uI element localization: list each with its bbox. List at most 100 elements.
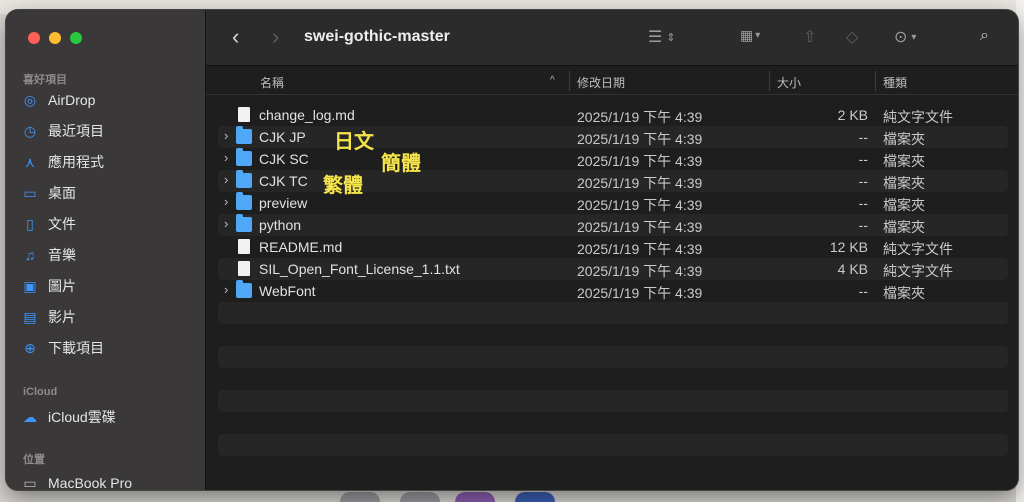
folder-icon: [236, 192, 252, 210]
window-title: swei-gothic-master: [304, 28, 450, 45]
sort-ascending-icon[interactable]: ^: [550, 75, 555, 86]
document-icon: [238, 239, 250, 254]
sidebar-item-1[interactable]: ◷ 最近項目: [20, 118, 196, 144]
empty-row: [218, 368, 1008, 390]
sidebar-item-6[interactable]: ▣ 圖片: [20, 273, 196, 299]
minimize-button[interactable]: [49, 32, 61, 44]
sidebar-item-3[interactable]: ▭ 桌面: [20, 180, 196, 206]
sidebar-item-icloud-drive[interactable]: ☁ iCloud雲碟: [20, 404, 196, 430]
list-view-icon[interactable]: ☰ ⇕: [648, 27, 676, 47]
file-size: --: [858, 173, 868, 189]
file-kind: 檔案夾: [883, 197, 925, 213]
file-kind: 檔案夾: [883, 219, 925, 235]
photo-icon: ▣: [23, 277, 37, 294]
folder-icon: [236, 148, 252, 166]
dock-app-icon[interactable]: [455, 492, 495, 502]
column-separator[interactable]: [769, 71, 770, 91]
ellipsis-circle-icon[interactable]: ⊙ ▾: [894, 27, 916, 47]
sidebar-item-label: 影片: [48, 309, 76, 325]
file-row[interactable]: change_log.md 2025/1/19 下午 4:39 2 KB 純文字文件: [218, 104, 1008, 126]
disclosure-triangle-icon[interactable]: ›: [224, 194, 228, 209]
file-name: WebFont: [259, 283, 316, 299]
desktop-icon: ▭: [23, 184, 37, 201]
file-date: 2025/1/19 下午 4:39: [577, 175, 703, 191]
file-row[interactable]: SIL_Open_Font_License_1.1.txt 2025/1/19 下…: [218, 258, 1008, 280]
sidebar: 喜好項目 ◎ AirDrop ◷ 最近項目 ⋏ 應用程式 ▭ 桌面 ▯ 文件 ♫ 音樂 ▣ 圖片 ▤ 影片 ⊕ 下…: [6, 10, 206, 490]
empty-row: [218, 456, 1008, 478]
file-name: CJK JP: [259, 129, 306, 145]
sidebar-item-label: MacBook Pro: [48, 475, 133, 490]
column-separator[interactable]: [569, 71, 570, 91]
folder-icon: [236, 126, 252, 144]
file-name: python: [259, 217, 302, 233]
cloud-icon: ☁: [23, 408, 37, 425]
empty-row: [218, 346, 1008, 368]
sidebar-item-2[interactable]: ⋏ 應用程式: [20, 149, 196, 175]
disclosure-triangle-icon[interactable]: ›: [224, 128, 228, 143]
dock-app-icon[interactable]: [340, 492, 380, 502]
disclosure-triangle-icon[interactable]: ›: [224, 282, 228, 297]
zoom-button[interactable]: [70, 32, 82, 44]
column-separator[interactable]: [875, 71, 876, 91]
file-kind: 純文字文件: [883, 263, 953, 279]
file-date: 2025/1/19 下午 4:39: [577, 219, 703, 235]
sidebar-item-label: 桌面: [48, 185, 76, 201]
dock-app-icon[interactable]: [400, 492, 440, 502]
file-size: 2 KB: [837, 107, 868, 123]
share-icon[interactable]: ⇧: [803, 27, 816, 47]
chevron-right-icon[interactable]: ›: [272, 26, 279, 48]
document-icon: ▯: [26, 215, 34, 232]
sidebar-item-5[interactable]: ♫ 音樂: [20, 242, 196, 268]
file-date: 2025/1/19 下午 4:39: [577, 263, 703, 279]
column-size[interactable]: 大小: [777, 74, 801, 91]
folder-icon: [236, 280, 252, 298]
file-size: --: [858, 151, 868, 167]
sidebar-item-7[interactable]: ▤ 影片: [20, 304, 196, 330]
applications-icon: ⋏: [24, 153, 36, 170]
sidebar-item-0[interactable]: ◎ AirDrop: [20, 87, 196, 113]
sidebar-item-8[interactable]: ⊕ 下載項目: [20, 335, 196, 361]
clock-icon: ◷: [23, 122, 37, 139]
document-icon: [238, 107, 250, 122]
empty-row: [218, 302, 1008, 324]
download-icon: ⊕: [24, 339, 36, 356]
file-name: CJK TC: [259, 173, 308, 189]
file-row[interactable]: › WebFont 2025/1/19 下午 4:39 -- 檔案夾: [218, 280, 1008, 302]
close-button[interactable]: [28, 32, 40, 44]
tag-icon[interactable]: ◇: [846, 27, 858, 47]
file-list: change_log.md 2025/1/19 下午 4:39 2 KB 純文字文件 ›…: [218, 104, 1008, 478]
disclosure-triangle-icon[interactable]: ›: [224, 216, 228, 231]
file-name: preview: [259, 195, 308, 211]
dock: [330, 488, 570, 502]
sidebar-heading-locations: 位置: [23, 454, 45, 466]
disclosure-triangle-icon[interactable]: ›: [224, 150, 228, 165]
column-date[interactable]: 修改日期: [577, 74, 625, 91]
disclosure-triangle-icon[interactable]: ›: [224, 172, 228, 187]
music-icon: ♫: [24, 247, 36, 263]
file-name: SIL_Open_Font_License_1.1.txt: [259, 261, 460, 277]
sidebar-item-macbook-pro[interactable]: ▭ MacBook Pro: [20, 470, 196, 491]
file-size: --: [858, 195, 868, 211]
sidebar-item-4[interactable]: ▯ 文件: [20, 211, 196, 237]
search-icon[interactable]: ⌕: [980, 27, 989, 45]
chevron-left-icon[interactable]: ‹: [232, 26, 239, 48]
file-row[interactable]: › python 2025/1/19 下午 4:39 -- 檔案夾: [218, 214, 1008, 236]
column-kind[interactable]: 種類: [883, 74, 907, 91]
dock-app-icon[interactable]: [515, 492, 555, 502]
sidebar-item-label: 文件: [48, 216, 76, 232]
empty-row: [218, 412, 1008, 434]
group-icon[interactable]: ▦ ▾: [740, 27, 760, 44]
file-name: CJK SC: [259, 151, 309, 167]
sidebar-item-label: AirDrop: [48, 92, 96, 108]
file-kind: 檔案夾: [883, 285, 925, 301]
file-kind: 純文字文件: [883, 109, 953, 125]
film-icon: ▤: [23, 308, 37, 325]
sidebar-item-label: 圖片: [48, 278, 76, 294]
file-size: --: [858, 129, 868, 145]
column-name[interactable]: 名稱: [260, 74, 284, 91]
file-date: 2025/1/19 下午 4:39: [577, 131, 703, 147]
file-row[interactable]: README.md 2025/1/19 下午 4:39 12 KB 純文字文件: [218, 236, 1008, 258]
file-date: 2025/1/19 下午 4:39: [577, 241, 703, 257]
sidebar-item-label: 音樂: [48, 247, 76, 263]
sidebar-item-label: 應用程式: [48, 154, 104, 170]
